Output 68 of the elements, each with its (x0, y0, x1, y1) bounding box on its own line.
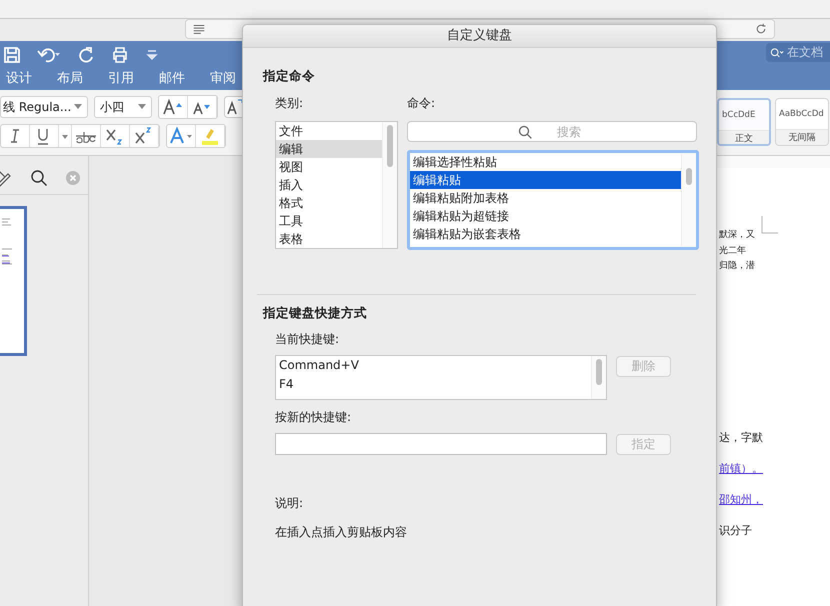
current-keys-list[interactable]: Command+V F4 (275, 355, 607, 400)
document-text: 达，字默 (719, 430, 764, 446)
description-label: 说明: (275, 495, 304, 512)
redo-icon[interactable] (77, 46, 95, 64)
caret-icon[interactable] (138, 104, 146, 110)
category-item[interactable]: 文件 (276, 122, 382, 140)
category-label: 类别: (275, 95, 304, 112)
ribbon-tab[interactable]: 引用 (108, 69, 134, 87)
command-item[interactable]: 编辑粘贴为嵌套表格 (410, 225, 681, 243)
section-heading: 指定键盘快捷方式 (263, 305, 367, 322)
search-field[interactable]: 搜索 (407, 121, 697, 142)
document-text: 归隐，潜 (719, 260, 756, 273)
font-size-dropdown[interactable]: 小四 (94, 96, 152, 118)
category-item[interactable]: 表格 (276, 230, 382, 248)
command-item[interactable]: 编辑粘贴 (410, 171, 681, 189)
style-name: 正文 (719, 130, 769, 144)
reload-icon[interactable] (754, 23, 768, 35)
customize-caret-icon[interactable] (145, 48, 159, 62)
print-icon[interactable] (111, 46, 129, 64)
category-item[interactable]: 插入 (276, 176, 382, 194)
document-text: 识分子 (719, 522, 753, 538)
shortcut-item[interactable]: F4 (276, 375, 591, 394)
ribbon-tab[interactable]: 布局 (57, 69, 83, 87)
command-list[interactable]: 编辑选择性粘贴 编辑粘贴 编辑粘贴附加表格 编辑粘贴为超链接 编辑粘贴为嵌套表格 (407, 150, 699, 250)
scrollbar[interactable] (591, 356, 606, 399)
document-link[interactable]: 前镇）。 (719, 452, 763, 484)
style-sample: bCcDdE (721, 109, 756, 122)
close-icon[interactable] (66, 171, 80, 185)
document-link[interactable]: 邵知州， (719, 484, 763, 514)
category-item[interactable]: 格式 (276, 194, 382, 212)
current-keys-label: 当前快捷键: (275, 331, 340, 348)
search-icon[interactable] (30, 169, 48, 187)
category-item[interactable]: 编辑 (276, 140, 382, 158)
page-thumbnail[interactable] (0, 206, 27, 356)
caret-icon[interactable] (74, 104, 82, 110)
document-text: 光二年 (719, 244, 747, 258)
scrollbar[interactable] (681, 153, 696, 247)
lines-icon[interactable] (192, 23, 206, 35)
ribbon-tab[interactable]: 审阅 (210, 69, 236, 87)
command-item[interactable]: 编辑粘贴附加表格 (410, 189, 681, 207)
style-name: 无间隔 (776, 129, 828, 145)
description-text: 在插入点插入剪贴板内容 (275, 524, 407, 541)
command-item[interactable]: 编辑粘贴为超链接 (410, 207, 681, 225)
style-sample: AaBbCcDd (778, 108, 825, 121)
section-heading: 指定命令 (263, 68, 315, 85)
category-item[interactable]: 视图 (276, 158, 382, 176)
text-effects-icon[interactable] (167, 125, 196, 147)
margin-mark-icon (761, 216, 779, 234)
category-item[interactable]: 工具 (276, 212, 382, 230)
font-dropdown[interactable]: 线 Regula... (0, 96, 88, 118)
new-key-label: 按新的快捷键: (275, 409, 352, 426)
caret-icon[interactable] (59, 125, 72, 147)
search-icon (770, 46, 784, 60)
dialog-title: 自定义键盘 (243, 25, 716, 48)
scrollbar[interactable] (382, 122, 397, 248)
command-item[interactable]: 编辑选择性粘贴 (410, 153, 681, 171)
undo-icon[interactable] (37, 46, 61, 64)
new-key-field[interactable] (275, 433, 607, 455)
search-icon (518, 125, 532, 139)
document-text: 默深，又 (719, 228, 756, 242)
category-list[interactable]: 文件 编辑 视图 插入 格式 工具 表格 (275, 121, 398, 249)
style-card[interactable]: bCcDdE 正文 (717, 98, 771, 146)
save-icon[interactable] (3, 46, 21, 64)
shortcut-item[interactable]: Command+V (276, 356, 591, 375)
command-label: 命令: (407, 95, 436, 112)
ribbon-tab[interactable]: 设计 (6, 69, 32, 87)
ribbon-tab[interactable]: 邮件 (159, 69, 185, 87)
style-card[interactable]: AaBbCcDd 无间隔 (775, 98, 829, 146)
